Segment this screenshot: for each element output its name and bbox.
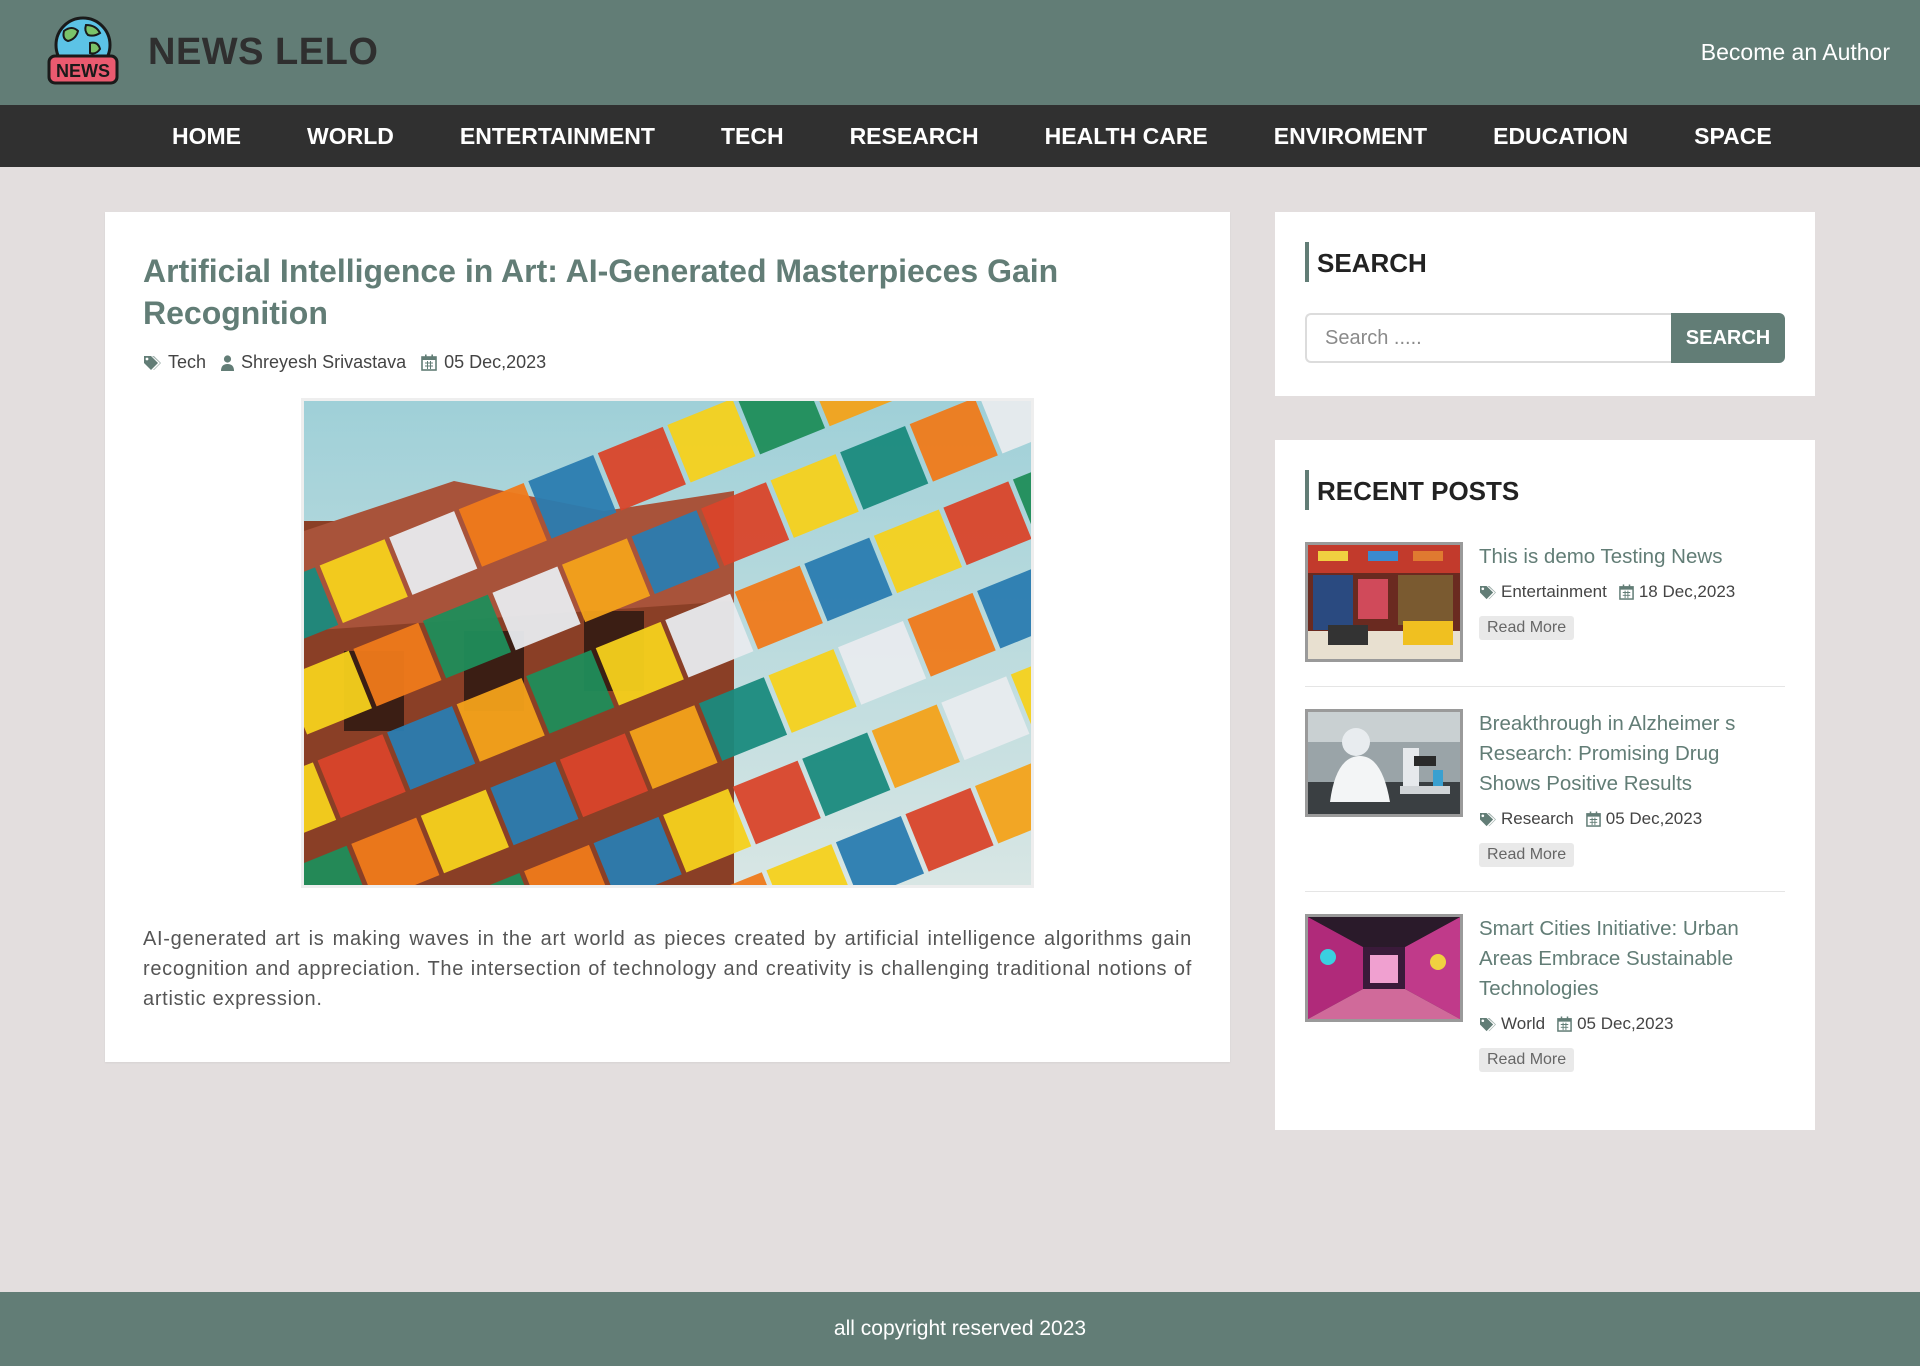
- read-more-button[interactable]: Read More: [1479, 843, 1575, 867]
- recent-post-thumbnail-corridor[interactable]: [1305, 914, 1463, 1022]
- recent-post-thumbnail-lab[interactable]: [1305, 709, 1463, 817]
- read-more-button[interactable]: Read More: [1479, 616, 1575, 640]
- article-meta: Tech Shreyesh Srivastava 05 Dec,2023: [143, 352, 1192, 373]
- calendar-icon: [1557, 1016, 1572, 1032]
- search-button[interactable]: SEARCH: [1671, 313, 1785, 363]
- nav-item-entertainment[interactable]: ENTERTAINMENT: [460, 123, 655, 150]
- recent-posts-widget: RECENT POSTS This is demo Testing News E…: [1275, 440, 1815, 1130]
- tag-icon: [1480, 1017, 1496, 1031]
- logo-badge-text: NEWS: [56, 60, 110, 81]
- search-form: SEARCH: [1305, 313, 1785, 363]
- nav-item-tech[interactable]: TECH: [721, 123, 784, 150]
- copyright-text: all copyright reserved 2023: [833, 1317, 1087, 1340]
- recent-post-title[interactable]: Smart Cities Initiative: Urban Areas Emb…: [1479, 914, 1759, 1004]
- nav-item-home[interactable]: HOME: [172, 123, 241, 150]
- article-date-label: 05 Dec,2023: [444, 352, 547, 372]
- recent-post-category-label[interactable]: World: [1501, 1014, 1545, 1034]
- recent-posts-heading: RECENT POSTS: [1305, 470, 1785, 510]
- article-body: AI-generated art is making waves in the …: [143, 928, 1192, 1010]
- recent-post-category-label[interactable]: Entertainment: [1501, 582, 1607, 602]
- recent-post-date: 05 Dec,2023: [1585, 809, 1703, 829]
- top-header: NEWS NEWS LELO Become an Author: [0, 0, 1920, 105]
- recent-post-date-label: 05 Dec,2023: [1605, 809, 1703, 828]
- article-author: Shreyesh Srivastava: [221, 352, 406, 373]
- recent-post-meta: Entertainment 18 Dec,2023: [1479, 582, 1759, 602]
- recent-post-date-label: 18 Dec,2023: [1638, 582, 1736, 601]
- recent-post-category-label[interactable]: Research: [1501, 809, 1574, 829]
- calendar-icon: [421, 354, 437, 371]
- search-heading: SEARCH: [1305, 242, 1785, 282]
- become-author-link[interactable]: Become an Author: [1701, 39, 1890, 66]
- site-footer: all copyright reserved 2023: [0, 1292, 1920, 1366]
- tag-icon: [1480, 812, 1496, 826]
- recent-post-category: World: [1479, 1014, 1545, 1034]
- nav-item-enviroment[interactable]: ENVIROMENT: [1274, 123, 1427, 150]
- recent-post-thumbnail-store[interactable]: [1305, 542, 1463, 662]
- article-category: Tech: [143, 352, 206, 373]
- nav-item-health-care[interactable]: HEALTH CARE: [1045, 123, 1208, 150]
- main-nav: HOME WORLD ENTERTAINMENT TECH RESEARCH H…: [0, 105, 1920, 167]
- nav-item-world[interactable]: WORLD: [307, 123, 394, 150]
- recent-post-title[interactable]: This is demo Testing News: [1479, 542, 1759, 572]
- recent-post-info: Breakthrough in Alzheimer s Research: Pr…: [1479, 709, 1759, 867]
- nav-item-education[interactable]: EDUCATION: [1493, 123, 1628, 150]
- nav-item-research[interactable]: RESEARCH: [850, 123, 979, 150]
- recent-post-date: 05 Dec,2023: [1557, 1014, 1674, 1034]
- recent-post-item: This is demo Testing News Entertainment …: [1305, 542, 1785, 687]
- article-image-prayer-flags: [301, 398, 1034, 888]
- article-date: 05 Dec,2023: [421, 352, 546, 373]
- search-widget: SEARCH SEARCH: [1275, 212, 1815, 396]
- article-author-label: Shreyesh Srivastava: [241, 352, 407, 372]
- site-title[interactable]: NEWS LELO: [148, 31, 378, 74]
- nav-item-space[interactable]: SPACE: [1694, 123, 1772, 150]
- news-globe-logo[interactable]: NEWS: [46, 15, 120, 91]
- recent-post-meta: World 05 Dec,2023: [1479, 1014, 1759, 1034]
- calendar-icon: [1585, 811, 1601, 827]
- calendar-icon: [1619, 584, 1634, 600]
- search-input[interactable]: [1305, 313, 1671, 363]
- recent-post-category: Research: [1479, 809, 1574, 829]
- recent-post-info: This is demo Testing News Entertainment …: [1479, 542, 1759, 662]
- recent-post-category: Entertainment: [1479, 582, 1607, 602]
- recent-post-info: Smart Cities Initiative: Urban Areas Emb…: [1479, 914, 1759, 1072]
- article-card: Artificial Intelligence in Art: AI-Gener…: [105, 212, 1230, 1062]
- article-title: Artificial Intelligence in Art: AI-Gener…: [143, 253, 1059, 331]
- tag-icon: [144, 355, 161, 370]
- tag-icon: [1480, 585, 1496, 599]
- read-more-button[interactable]: Read More: [1479, 1048, 1575, 1072]
- brand[interactable]: NEWS NEWS LELO: [46, 15, 378, 91]
- recent-post-date: 18 Dec,2023: [1619, 582, 1735, 602]
- article-category-label[interactable]: Tech: [168, 352, 206, 373]
- recent-post-meta: Research 05 Dec,2023: [1479, 809, 1759, 829]
- recent-post-item: Breakthrough in Alzheimer s Research: Pr…: [1305, 709, 1785, 892]
- user-icon: [221, 354, 235, 371]
- recent-post-item: Smart Cities Initiative: Urban Areas Emb…: [1305, 914, 1785, 1096]
- recent-post-date-label: 05 Dec,2023: [1577, 1014, 1674, 1033]
- recent-post-title[interactable]: Breakthrough in Alzheimer s Research: Pr…: [1479, 709, 1759, 799]
